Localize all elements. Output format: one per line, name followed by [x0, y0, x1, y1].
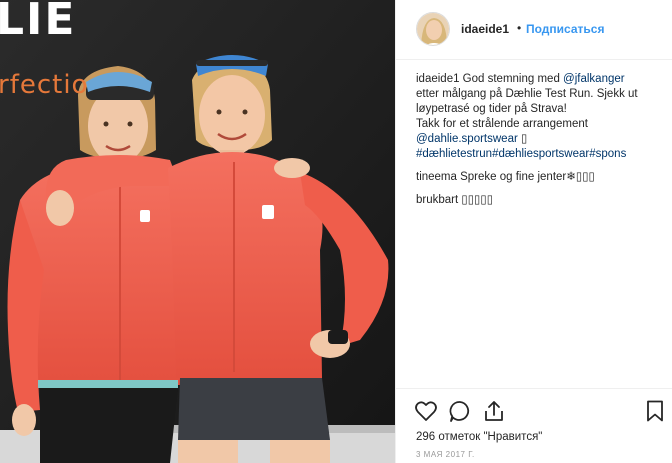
post-photo[interactable]: LIE rfectio [0, 0, 395, 463]
bookmark-icon[interactable] [643, 399, 667, 423]
caption-line-2: etter målgang på Dæhlie Test Run. Sjekk … [416, 88, 638, 100]
comment-username[interactable]: brukbart [416, 194, 458, 206]
comment-item: brukbart ▯▯▯▯▯ [416, 193, 666, 208]
comment-item: tineema Spreke og fine jenter❄▯▯▯ [416, 170, 666, 185]
caption-line-1: idaeide1 God stemning med @jfalkanger [416, 72, 666, 87]
mention-link[interactable]: @dahlie.sportswear [416, 133, 518, 145]
avatar[interactable] [416, 12, 450, 46]
post-sidebar: idaeide1 • Подписаться idaeide1 God stem… [395, 0, 672, 463]
caption: idaeide1 God stemning med @jfalkanger et… [416, 72, 666, 162]
comment-username[interactable]: tineema [416, 171, 457, 183]
caption-line-3: løypetrasé og tider på Strava! [416, 103, 567, 115]
caption-line-4: Takk for et strålende arrangement [416, 118, 588, 130]
post-header: idaeide1 • Подписаться [396, 0, 672, 60]
comment-text: ▯▯▯▯▯ [458, 194, 494, 206]
heart-icon[interactable] [414, 399, 438, 423]
mention-link[interactable]: @jfalkanger [563, 73, 625, 85]
header-separator: • [517, 21, 522, 35]
header-username[interactable]: idaeide1 [461, 22, 509, 36]
caption-text-5: ▯ [517, 133, 528, 145]
post-actions: 296 отметок "Нравится" 3 МАЯ 2017 Г. [396, 388, 672, 463]
hashtag-links[interactable]: #dæhlietestrun#dæhliesportswear#spons [416, 147, 666, 162]
comment-icon[interactable] [448, 399, 472, 423]
caption-username[interactable]: idaeide1 [416, 73, 459, 85]
caption-line-5: @dahlie.sportswear ▯ [416, 132, 666, 147]
post-date: 3 МАЯ 2017 Г. [416, 450, 475, 459]
likes-count[interactable]: 296 отметок "Нравится" [416, 431, 542, 443]
banner-slogan-text: rfectio [0, 70, 89, 100]
avatar-image [417, 13, 449, 45]
caption-text-1: God stemning med [459, 73, 564, 85]
follow-button[interactable]: Подписаться [526, 22, 604, 36]
comment-text: Spreke og fine jenter❄▯▯▯ [456, 171, 595, 183]
banner-logo-text: LIE [0, 0, 77, 45]
share-icon[interactable] [482, 399, 506, 423]
comments-list: idaeide1 God stemning med @jfalkanger et… [416, 72, 666, 216]
